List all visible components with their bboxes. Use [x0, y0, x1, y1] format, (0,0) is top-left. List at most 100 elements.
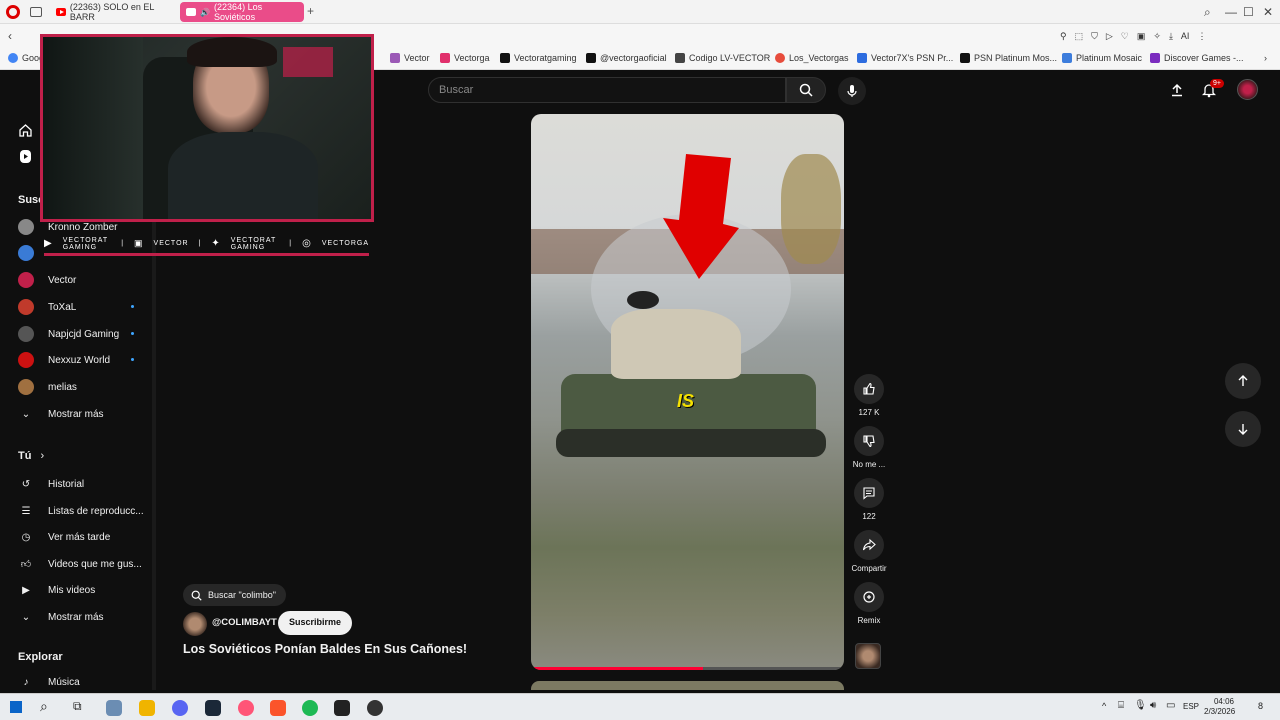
- network-icon[interactable]: ⌸: [1118, 700, 1124, 711]
- bookmark-platinum-mosaic[interactable]: Platinum Mosaic: [1062, 53, 1142, 63]
- you-heading[interactable]: Tú ›: [18, 450, 44, 462]
- youtube-icon: ▶: [44, 238, 53, 249]
- browser-tab-bar: (22363) SOLO en EL BARR 🔊 (22364) Los So…: [0, 0, 1280, 24]
- menu-icon[interactable]: ⋮: [1197, 31, 1206, 43]
- spotify-icon[interactable]: [302, 700, 318, 716]
- short-title[interactable]: Los Soviéticos Ponían Baldes En Sus Caño…: [183, 642, 467, 656]
- bookmark-codigo[interactable]: Codigo LV-VECTOR: [675, 53, 770, 63]
- tab-manager-icon[interactable]: [30, 7, 42, 17]
- subscribe-button[interactable]: Suscribirme: [278, 611, 353, 635]
- shorts-icon[interactable]: [18, 149, 33, 169]
- bookmarks-overflow-icon[interactable]: ›: [1264, 53, 1267, 63]
- channel-avatar[interactable]: [183, 612, 207, 636]
- tab-soviets[interactable]: 🔊 (22364) Los Soviéticos: [180, 2, 304, 22]
- extension-icon[interactable]: ▣: [1137, 31, 1146, 43]
- channel-name[interactable]: @COLIMBAYT: [212, 617, 277, 628]
- brave-icon[interactable]: [270, 700, 286, 716]
- search-button[interactable]: [786, 77, 826, 103]
- opera-logo-icon[interactable]: [6, 5, 20, 19]
- close-window-icon[interactable]: ✕: [1263, 5, 1273, 19]
- live-indicator: [131, 305, 134, 308]
- search-icon[interactable]: ⌕: [40, 698, 48, 715]
- chevron-right-icon: ›: [40, 450, 45, 462]
- windows-start-icon[interactable]: [10, 701, 22, 713]
- reddit-icon: [775, 53, 785, 63]
- file-explorer-icon[interactable]: [139, 700, 155, 716]
- search-tabs-icon[interactable]: ⌕: [1204, 5, 1211, 20]
- show-more-you[interactable]: ⌄ Mostrar más: [18, 609, 104, 625]
- search-suggestion-chip[interactable]: Buscar "colimbo": [183, 584, 286, 606]
- new-tab-button[interactable]: +: [307, 4, 314, 18]
- sidebar-item-my-videos[interactable]: ▶ Mis videos: [18, 582, 95, 598]
- notification-count[interactable]: 8: [1258, 701, 1263, 711]
- bookmark-discover-games[interactable]: Discover Games -...: [1150, 53, 1244, 63]
- next-short-button[interactable]: [1225, 411, 1261, 447]
- next-short-preview[interactable]: [531, 681, 844, 690]
- bookmark-los-vectorgas[interactable]: Los_Vectorgas: [775, 53, 849, 63]
- sidebar-item-liked-videos[interactable]: 👍︎ Videos que me gus...: [18, 556, 142, 572]
- search-input[interactable]: Buscar: [428, 77, 786, 103]
- comments-button[interactable]: 122: [850, 478, 888, 521]
- steam-icon[interactable]: [205, 700, 221, 716]
- video-progress-track[interactable]: [531, 667, 844, 670]
- subscription-napjcjd-gaming[interactable]: Napjcjd Gaming: [18, 326, 119, 342]
- app-icon[interactable]: [334, 700, 350, 716]
- bookmark-google[interactable]: Goog: [8, 53, 44, 63]
- heart-icon[interactable]: ♡: [1121, 31, 1129, 43]
- pin-icon[interactable]: ⚲: [1060, 31, 1067, 43]
- task-view-icon[interactable]: ⧉: [73, 699, 82, 714]
- browser-toolbar-icons: ⚲ ⬚ ⛉ ▷ ♡ ▣ ✧ ⤓ AI ⋮: [1060, 31, 1260, 43]
- subscription-nexxuz-world[interactable]: Nexxuz World: [18, 352, 110, 368]
- play-icon[interactable]: ▷: [1106, 31, 1113, 43]
- clock-time[interactable]: 04:06: [1208, 697, 1234, 706]
- download-icon[interactable]: ⤓: [1169, 31, 1173, 43]
- opera-gx-icon[interactable]: [238, 700, 254, 716]
- sidebar-item-watch-later[interactable]: ◷ Ver más tarde: [18, 529, 111, 545]
- language-indicator[interactable]: ESP: [1183, 702, 1199, 711]
- show-more-subscriptions[interactable]: ⌄ Mostrar más: [18, 406, 104, 422]
- share-icon: [854, 530, 884, 560]
- short-video-player[interactable]: IS: [531, 114, 844, 670]
- puzzle-icon[interactable]: ✧: [1153, 31, 1161, 43]
- subscription-vector[interactable]: Vector: [18, 272, 76, 288]
- minimize-icon[interactable]: —: [1225, 5, 1237, 19]
- microphone-icon[interactable]: 🎙︎: [1134, 700, 1147, 711]
- audio-thumbnail[interactable]: [855, 643, 881, 669]
- tab-solo-barr[interactable]: (22363) SOLO en EL BARR: [50, 2, 176, 22]
- dislike-button[interactable]: No me ...: [850, 426, 888, 469]
- shield-icon[interactable]: ⛉: [1091, 31, 1098, 43]
- obs-icon[interactable]: [367, 700, 383, 716]
- snapshot-icon[interactable]: ⬚: [1075, 31, 1084, 43]
- x-icon: [500, 53, 510, 63]
- share-button[interactable]: Compartir: [850, 530, 888, 573]
- like-button[interactable]: 127 K: [850, 374, 888, 417]
- windows-taskbar: ⌕ ⧉ ^ ⌸ 🎙︎ 🔊︎ ▭ ESP 04:06 2/3/2026 8: [0, 693, 1280, 720]
- maximize-icon[interactable]: ☐: [1243, 5, 1254, 19]
- home-icon[interactable]: [18, 123, 33, 143]
- subscription-toxal[interactable]: ToXaL: [18, 299, 76, 315]
- clock-date[interactable]: 2/3/2026: [1204, 707, 1235, 716]
- bookmark-psn-profile[interactable]: Vector7X's PSN Pr...: [857, 53, 953, 63]
- sidebar-item-music[interactable]: ♪ Música: [18, 674, 80, 690]
- bookmark-psn-platinum[interactable]: PSN Platinum Mos...: [960, 53, 1057, 63]
- tray-chevron-icon[interactable]: ^: [1102, 701, 1106, 711]
- create-upload-button[interactable]: [1170, 83, 1184, 102]
- ai-icon[interactable]: AI: [1181, 31, 1190, 43]
- app-icon[interactable]: [106, 700, 122, 716]
- arrow-down-icon: [1238, 424, 1248, 435]
- discord-icon[interactable]: [172, 700, 188, 716]
- bookmark-tiktok[interactable]: @vectorgaoficial: [586, 53, 667, 63]
- subscription-melias[interactable]: melias: [18, 379, 77, 395]
- bookmark-vectoratgaming[interactable]: Vectoratgaming: [500, 53, 577, 63]
- sidebar-item-playlists[interactable]: ☰ Listas de reproducc...: [18, 503, 144, 519]
- bookmark-vectorga[interactable]: Vectorga: [440, 53, 490, 63]
- back-arrow-icon[interactable]: ‹: [8, 29, 12, 43]
- sidebar-item-history[interactable]: ↺ Historial: [18, 476, 84, 492]
- previous-short-button[interactable]: [1225, 363, 1261, 399]
- volume-icon[interactable]: 🔊︎: [1150, 700, 1156, 711]
- account-avatar[interactable]: [1237, 79, 1258, 100]
- battery-icon[interactable]: ▭: [1166, 700, 1175, 711]
- bookmark-vector[interactable]: Vector: [390, 53, 430, 63]
- voice-search-button[interactable]: [838, 77, 866, 105]
- remix-button[interactable]: Remix: [850, 582, 888, 625]
